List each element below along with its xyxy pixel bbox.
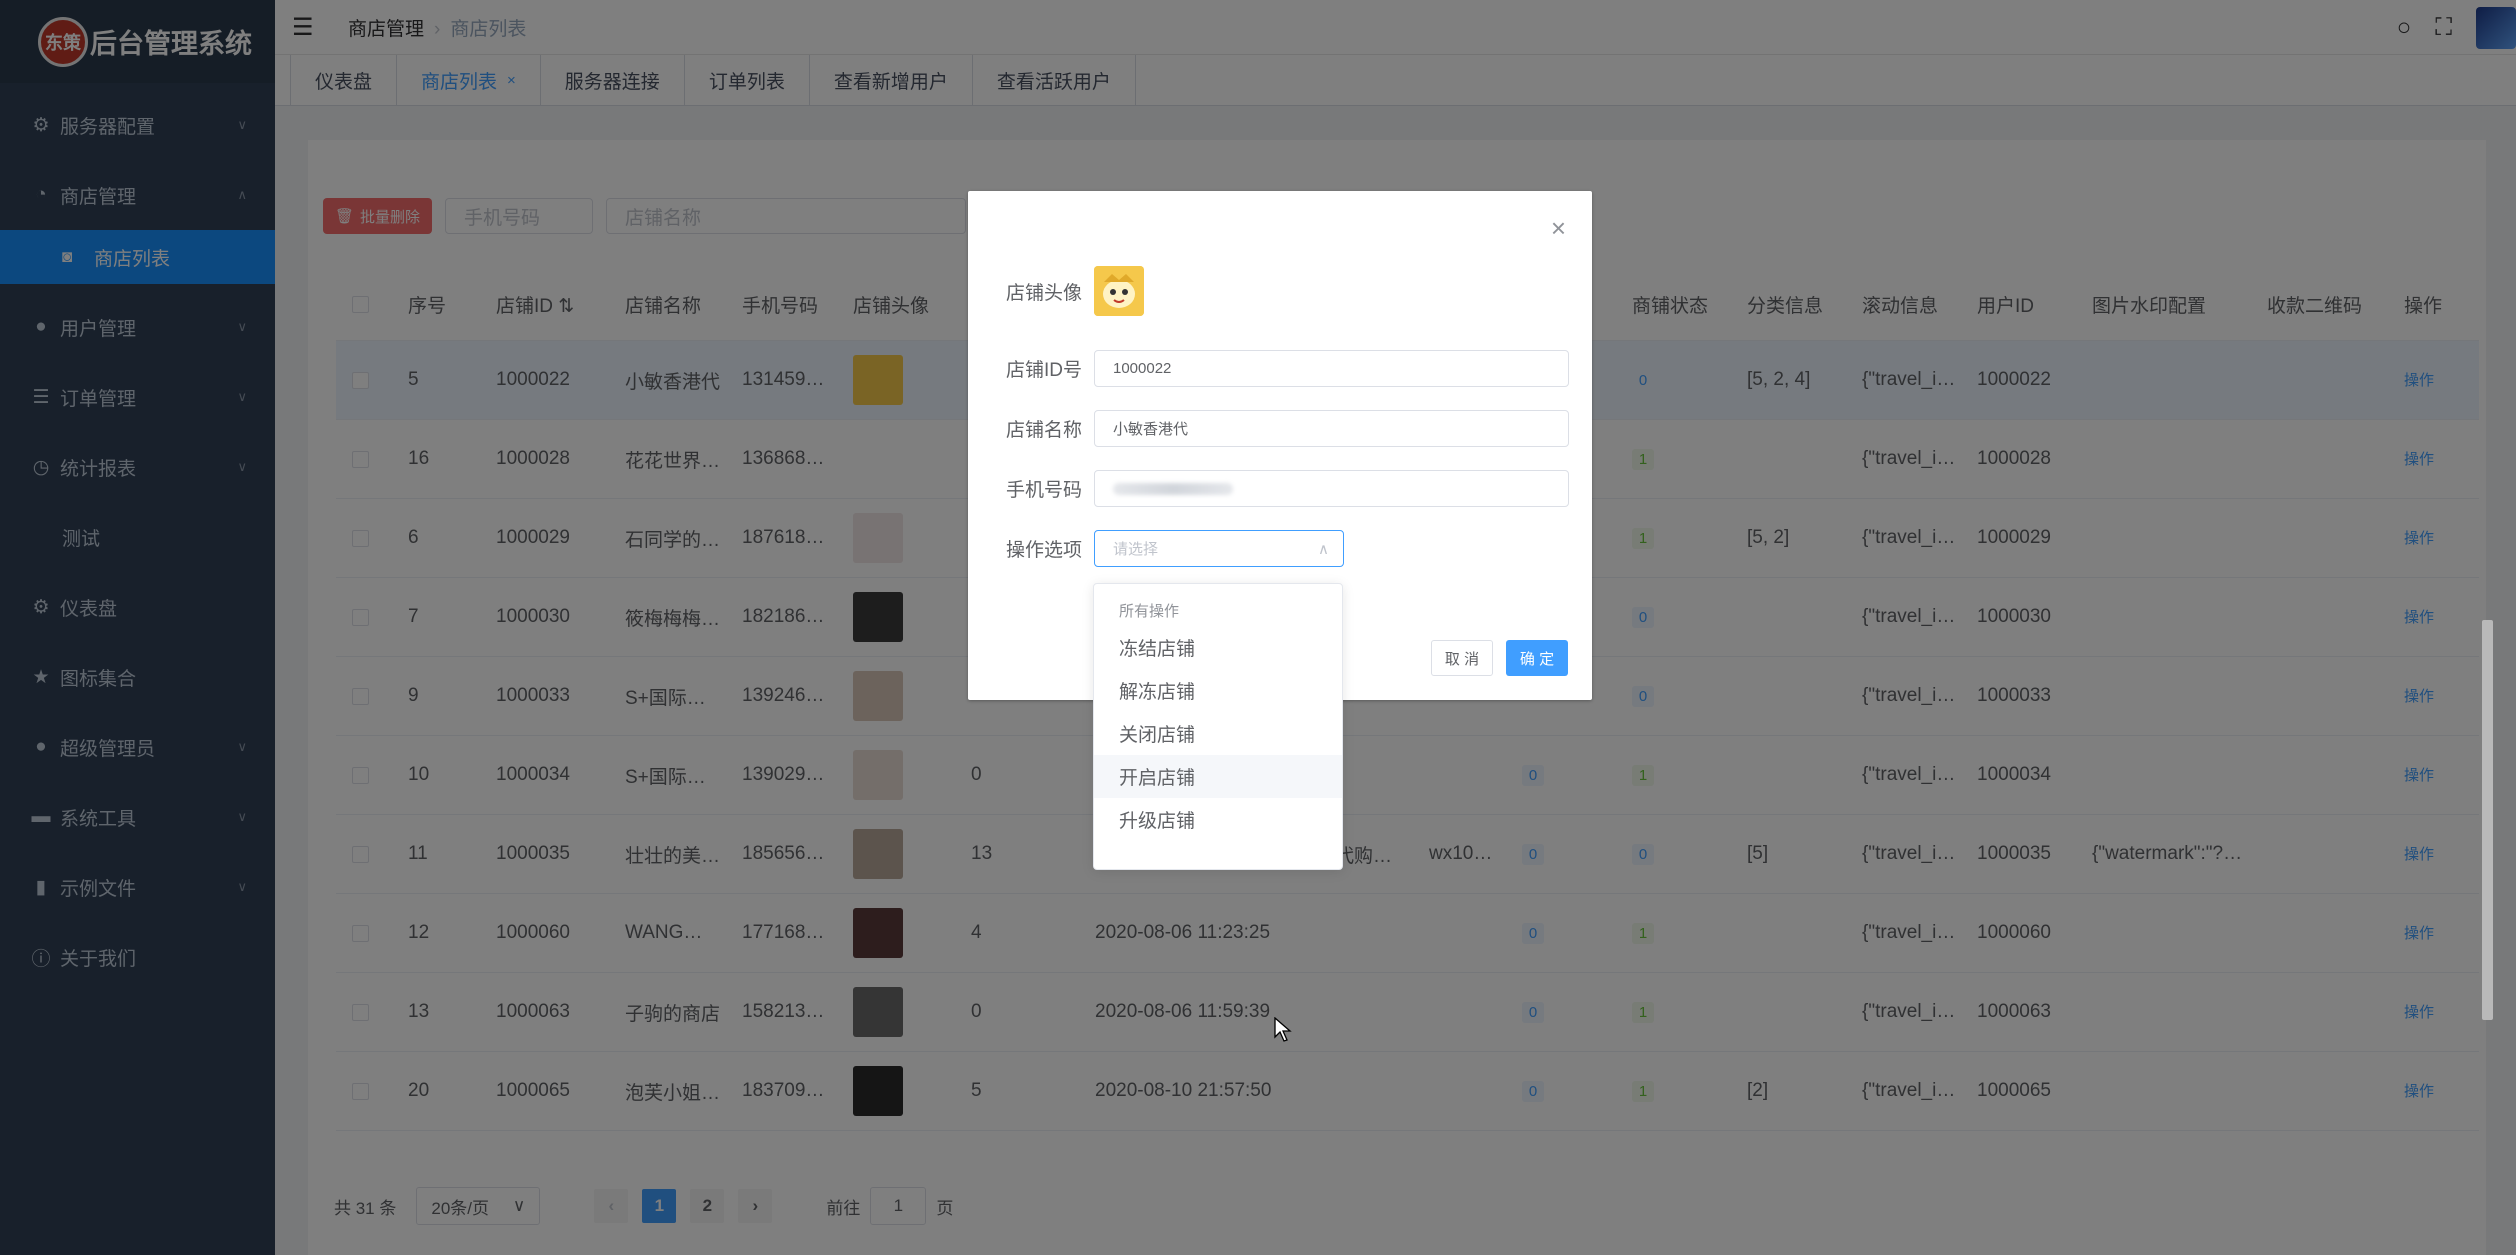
avatar-label: 店铺头像	[1006, 282, 1083, 304]
operation-select[interactable]: 请选择 ∧	[1094, 530, 1344, 567]
form-row-phone: 手机号码	[1006, 470, 1569, 507]
table-scrollbar[interactable]	[2479, 330, 2495, 1090]
shop-name-field[interactable]: 小敏香港代	[1094, 410, 1569, 447]
mouse-cursor-icon	[1274, 1017, 1292, 1042]
shop-id-field[interactable]: 1000022	[1094, 350, 1569, 387]
shop-id-label: 店铺ID号	[1006, 360, 1083, 381]
option-open-shop[interactable]: 开启店铺	[1094, 755, 1342, 798]
close-icon[interactable]: ×	[1551, 213, 1566, 244]
form-row-operation: 操作选项 请选择 ∧	[1006, 530, 1344, 567]
cancel-button[interactable]: 取 消	[1431, 640, 1493, 676]
confirm-button[interactable]: 确 定	[1506, 640, 1568, 676]
operation-label: 操作选项	[1006, 540, 1083, 561]
option-upgrade-shop[interactable]: 升级店铺	[1094, 798, 1342, 841]
phone-field[interactable]	[1094, 470, 1569, 507]
form-row-avatar: 店铺头像	[1006, 266, 1144, 316]
option-freeze-shop[interactable]: 冻结店铺	[1094, 626, 1342, 669]
form-row-shop-id: 店铺ID号 1000022	[1006, 350, 1569, 387]
shop-name-label: 店铺名称	[1006, 420, 1083, 441]
phone-label: 手机号码	[1006, 480, 1083, 501]
form-row-shop-name: 店铺名称 小敏香港代	[1006, 410, 1569, 447]
shop-avatar-image	[1094, 266, 1144, 316]
scrollbar-thumb[interactable]	[2482, 620, 2493, 1020]
operation-dropdown: 所有操作 冻结店铺 解冻店铺 关闭店铺 开启店铺 升级店铺	[1093, 583, 1343, 870]
chevron-up-icon: ∧	[1318, 540, 1329, 558]
operation-placeholder: 请选择	[1113, 541, 1159, 558]
blurred-phone	[1113, 482, 1233, 495]
option-unfreeze-shop[interactable]: 解冻店铺	[1094, 669, 1342, 712]
dropdown-group-title: 所有操作	[1119, 602, 1180, 620]
option-close-shop[interactable]: 关闭店铺	[1094, 712, 1342, 755]
